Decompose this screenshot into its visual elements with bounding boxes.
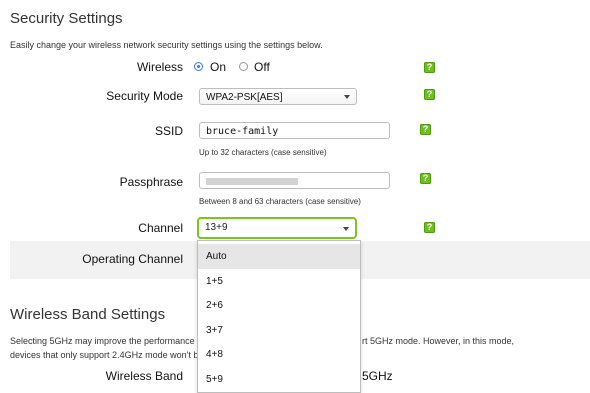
band-desc-line2-left: devices that only support 2.4GHz mode wo… xyxy=(10,350,204,360)
radio-selected-icon[interactable] xyxy=(194,62,203,71)
channel-option[interactable]: 1+5 xyxy=(198,269,360,294)
channel-value: 13+9 xyxy=(205,222,228,233)
channel-option[interactable]: 2+6 xyxy=(198,293,360,318)
channel-select[interactable]: 13+9 xyxy=(197,217,357,239)
channel-option[interactable]: 4+8 xyxy=(198,342,360,367)
channel-label: Channel xyxy=(138,221,183,235)
security-mode-select[interactable]: WPA2-PSK[AES] xyxy=(199,88,357,105)
ssid-hint: Up to 32 characters (case sensitive) xyxy=(199,148,327,157)
help-icon[interactable]: ? xyxy=(424,222,435,233)
wireless-label: Wireless xyxy=(136,60,183,74)
help-icon[interactable]: ? xyxy=(420,173,431,184)
help-icon[interactable]: ? xyxy=(420,124,431,135)
channel-option[interactable]: 5+9 xyxy=(198,367,360,392)
ssid-input[interactable]: bruce-family xyxy=(199,122,390,139)
page-description: Easily change your wireless network secu… xyxy=(10,40,323,50)
wireless-on-label[interactable]: On xyxy=(210,60,226,74)
passphrase-label: Passphrase xyxy=(119,175,183,189)
page-title: Security Settings xyxy=(10,10,123,27)
channel-option[interactable]: 3+7 xyxy=(198,318,360,343)
security-mode-value: WPA2-PSK[AES] xyxy=(206,92,283,103)
band-desc-line1-left: Selecting 5GHz may improve the performan… xyxy=(10,336,205,346)
ssid-label: SSID xyxy=(154,124,183,138)
band-desc-line1-right: rt 5GHz mode. However, in this mode, xyxy=(362,336,515,346)
operating-channel-label: Operating Channel xyxy=(82,252,183,266)
channel-dropdown[interactable]: Auto 1+5 2+6 3+7 4+8 5+9 xyxy=(197,240,361,393)
chevron-down-icon xyxy=(344,95,350,99)
help-icon[interactable]: ? xyxy=(424,62,435,73)
passphrase-input[interactable] xyxy=(199,172,390,189)
ssid-value: bruce-family xyxy=(206,126,279,137)
security-mode-label: Security Mode xyxy=(106,89,183,103)
chevron-down-icon xyxy=(343,227,349,231)
wireless-band-label: Wireless Band xyxy=(105,369,183,383)
help-icon[interactable]: ? xyxy=(424,89,435,100)
passphrase-hint: Between 8 and 63 characters (case sensit… xyxy=(199,197,361,206)
radio-unselected-icon[interactable] xyxy=(239,62,248,71)
passphrase-masked xyxy=(206,178,298,185)
wireless-band-5ghz[interactable]: 5GHz xyxy=(362,369,393,383)
channel-option-auto[interactable]: Auto xyxy=(198,244,360,269)
band-title: Wireless Band Settings xyxy=(10,306,166,323)
wireless-off-label[interactable]: Off xyxy=(254,60,270,74)
